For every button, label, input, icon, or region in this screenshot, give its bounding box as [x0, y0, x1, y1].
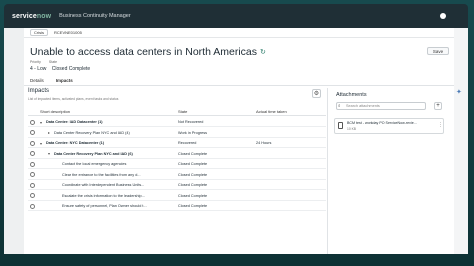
priority-label: Priority: [30, 60, 41, 64]
record-id: RCEVNE01005: [54, 30, 82, 35]
add-attachment-button[interactable]: +: [434, 102, 442, 110]
row-select-radio[interactable]: [30, 151, 35, 156]
priority-value: 4 - Low: [30, 66, 47, 72]
app-header: servicenow Business Continuity Manager: [4, 4, 468, 28]
row-state: Closed Complete: [178, 151, 208, 156]
attachment-size: 10 KB: [347, 127, 356, 131]
table-row[interactable]: Coordinate with Interdependent Business …: [28, 180, 326, 190]
attachments-search-input[interactable]: Search attachments: [336, 102, 426, 110]
row-description[interactable]: Data Center: NYC Datacenter (1): [46, 141, 104, 145]
field-labels: Priority State: [30, 60, 65, 64]
row-description[interactable]: Contact the local emergency agencies: [62, 162, 126, 166]
row-description[interactable]: Data Center: IAD Datacenter (1): [46, 120, 103, 124]
sparkle-icon[interactable]: ✦: [456, 88, 462, 96]
row-select-radio[interactable]: [30, 203, 35, 209]
row-state: Closed Complete: [178, 172, 208, 177]
row-state: Closed Complete: [178, 162, 208, 166]
table-row[interactable]: ▾ Data Center: IAD Datacenter (1) Not Reco…: [28, 117, 326, 127]
state-value: Closed Complete: [51, 66, 91, 72]
expand-caret-icon[interactable]: ▾: [48, 151, 50, 156]
row-select-radio[interactable]: [30, 140, 35, 146]
table-row[interactable]: ▾ Data Center Recovery Plan NYC and IAD (…: [28, 149, 326, 159]
breadcrumb: Crisis RCEVNE01005: [24, 28, 454, 38]
search-icon: ⌕: [338, 103, 341, 108]
column-header-time[interactable]: Actual time taken: [256, 109, 287, 114]
record-workspace: Crisis RCEVNE01005 Unable to access data…: [24, 28, 454, 254]
left-rail: [4, 28, 24, 254]
refresh-icon[interactable]: ↻: [260, 48, 266, 56]
row-description[interactable]: Ensure safety of personnel, Plan Owner s…: [62, 204, 147, 208]
servicenow-logo[interactable]: servicenow: [12, 13, 51, 20]
app-title: Business Continuity Manager: [59, 13, 131, 19]
impacts-panel: Impacts List of impacted items, activate…: [28, 88, 328, 254]
gear-icon[interactable]: ⚙: [312, 89, 321, 98]
tab-divider: [24, 85, 454, 86]
table-header: Short description State Actual time take…: [28, 108, 326, 116]
attachment-card[interactable]: BCM test - workday PO ServiceNow-revie..…: [334, 118, 444, 134]
impacts-subtitle: List of impacted items, activated plans,…: [28, 97, 119, 101]
save-button[interactable]: Save: [427, 47, 449, 55]
row-description[interactable]: Data Center Recovery Plan NYC and IAD (6…: [54, 152, 133, 156]
row-select-radio[interactable]: [30, 119, 35, 125]
document-icon: [338, 122, 343, 129]
row-state: Work in Progress: [178, 130, 208, 135]
row-state: Closed Complete: [178, 204, 208, 208]
row-state: Closed Complete: [178, 193, 208, 198]
field-values: 4 - Low Closed Complete: [30, 66, 94, 72]
attachments-title: Attachments: [336, 92, 367, 98]
column-header-description[interactable]: Short description: [40, 109, 70, 114]
attachments-panel: Attachments Search attachments ⌕ + BCM t…: [332, 88, 452, 254]
row-select-radio[interactable]: [30, 172, 35, 177]
row-description[interactable]: Clear the entrance to the facilities fro…: [62, 173, 141, 177]
row-state: Closed Complete: [178, 183, 208, 187]
expand-caret-icon[interactable]: ▾: [40, 141, 42, 146]
row-state: Recovered: [178, 141, 197, 145]
right-rail: ✦: [454, 28, 468, 254]
row-select-radio[interactable]: [30, 130, 35, 135]
table-row[interactable]: Clear the entrance to the facilities fro…: [28, 170, 326, 180]
state-label: State: [48, 60, 58, 64]
row-select-radio[interactable]: [30, 182, 35, 188]
table-row[interactable]: Ensure safety of personnel, Plan Owner s…: [28, 201, 326, 211]
row-select-radio[interactable]: [30, 193, 35, 198]
table-row[interactable]: Contact the local emergency agencies Clos…: [28, 159, 326, 169]
expand-caret-icon[interactable]: ▾: [40, 120, 42, 125]
table-row[interactable]: ▸ Data Center Recovery Plan NYC and IAD (…: [28, 128, 326, 138]
back-button[interactable]: Crisis: [30, 29, 48, 36]
row-description[interactable]: Coordinate with Interdependent Business …: [62, 183, 144, 187]
row-time: 24 Hours: [256, 141, 272, 145]
row-select-radio[interactable]: [30, 161, 35, 167]
column-header-state[interactable]: State: [178, 109, 187, 114]
row-description[interactable]: Escalate the crisis information to the l…: [62, 194, 145, 198]
page-title: Unable to access data centers in North A…: [30, 46, 258, 58]
more-options-icon[interactable]: ⋮: [438, 122, 443, 128]
attachment-name[interactable]: BCM test - workday PO ServiceNow-revie..…: [347, 121, 417, 125]
user-avatar-icon[interactable]: [440, 13, 446, 19]
row-state: Not Recovered: [178, 120, 204, 124]
table-row[interactable]: ▾ Data Center: NYC Datacenter (1) Recovere…: [28, 138, 326, 148]
impacts-title: Impacts: [28, 88, 50, 94]
expand-caret-icon[interactable]: ▸: [48, 130, 50, 135]
row-description[interactable]: Data Center Recovery Plan NYC and IAD (4…: [54, 131, 130, 135]
table-row[interactable]: Escalate the crisis information to the l…: [28, 191, 326, 201]
